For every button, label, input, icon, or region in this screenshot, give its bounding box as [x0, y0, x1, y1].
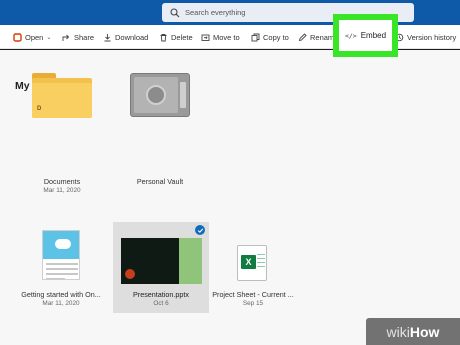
move-to-button[interactable]: Move to [201, 25, 240, 49]
excel-badge: X [241, 255, 256, 269]
code-icon: </> [344, 31, 357, 40]
watermark-prefix: wiki [386, 323, 410, 340]
move-to-label: Move to [213, 32, 240, 42]
powerpoint-icon [125, 269, 135, 279]
delete-button[interactable]: Delete [159, 25, 193, 49]
folder-badge: D [37, 106, 42, 112]
share-icon [62, 33, 71, 42]
pptx-thumbnail [121, 238, 202, 284]
open-button[interactable]: Open ⌄ [13, 25, 51, 49]
search-icon [170, 7, 180, 17]
copy-to-label: Copy to [263, 32, 289, 42]
version-history-label: Version history [407, 32, 457, 42]
open-label: Open [25, 32, 44, 42]
file-date: Mar 11, 2020 [43, 187, 81, 194]
download-button[interactable]: Download [103, 25, 148, 49]
delete-label: Delete [171, 32, 193, 42]
file-name: Documents [43, 177, 81, 186]
version-history-button[interactable]: Version history [395, 25, 456, 49]
folder-icon-front [32, 83, 92, 118]
embed-label: Embed [360, 31, 387, 40]
file-name: Presentation.pptx [133, 290, 189, 299]
checkmark-icon[interactable] [195, 225, 205, 235]
copy-to-button[interactable]: Copy to [251, 25, 289, 49]
document-thumbnail [42, 230, 80, 280]
chevron-down-icon: ⌄ [46, 34, 52, 41]
file-date: Mar 11, 2020 [42, 300, 80, 307]
embed-content: </> Embed [345, 31, 386, 40]
wikihow-watermark: wiki How [366, 318, 460, 345]
office-icon [13, 32, 22, 42]
rename-button[interactable]: Renam [298, 25, 334, 49]
download-label: Download [115, 32, 149, 42]
file-date: Sep 15 [242, 300, 264, 307]
rename-label: Renam [310, 32, 335, 42]
share-button[interactable]: Share [62, 25, 94, 49]
vault-handle [180, 82, 186, 108]
copy-icon [251, 33, 260, 42]
embed-button[interactable]: </> Embed [333, 14, 398, 57]
trash-icon [159, 33, 168, 42]
watermark-suffix: How [409, 323, 440, 340]
move-icon [201, 33, 210, 42]
file-date: Oct 6 [153, 300, 169, 307]
vault-dial [146, 85, 166, 105]
share-label: Share [74, 32, 95, 42]
file-name: Project Sheet - Current ... [212, 290, 294, 299]
file-name: Getting started with On... [21, 290, 101, 299]
pencil-icon [298, 32, 307, 42]
file-name: Personal Vault [136, 177, 184, 186]
excel-grid [257, 252, 265, 268]
search-placeholder: Search everything [185, 8, 246, 17]
download-icon [103, 33, 112, 42]
